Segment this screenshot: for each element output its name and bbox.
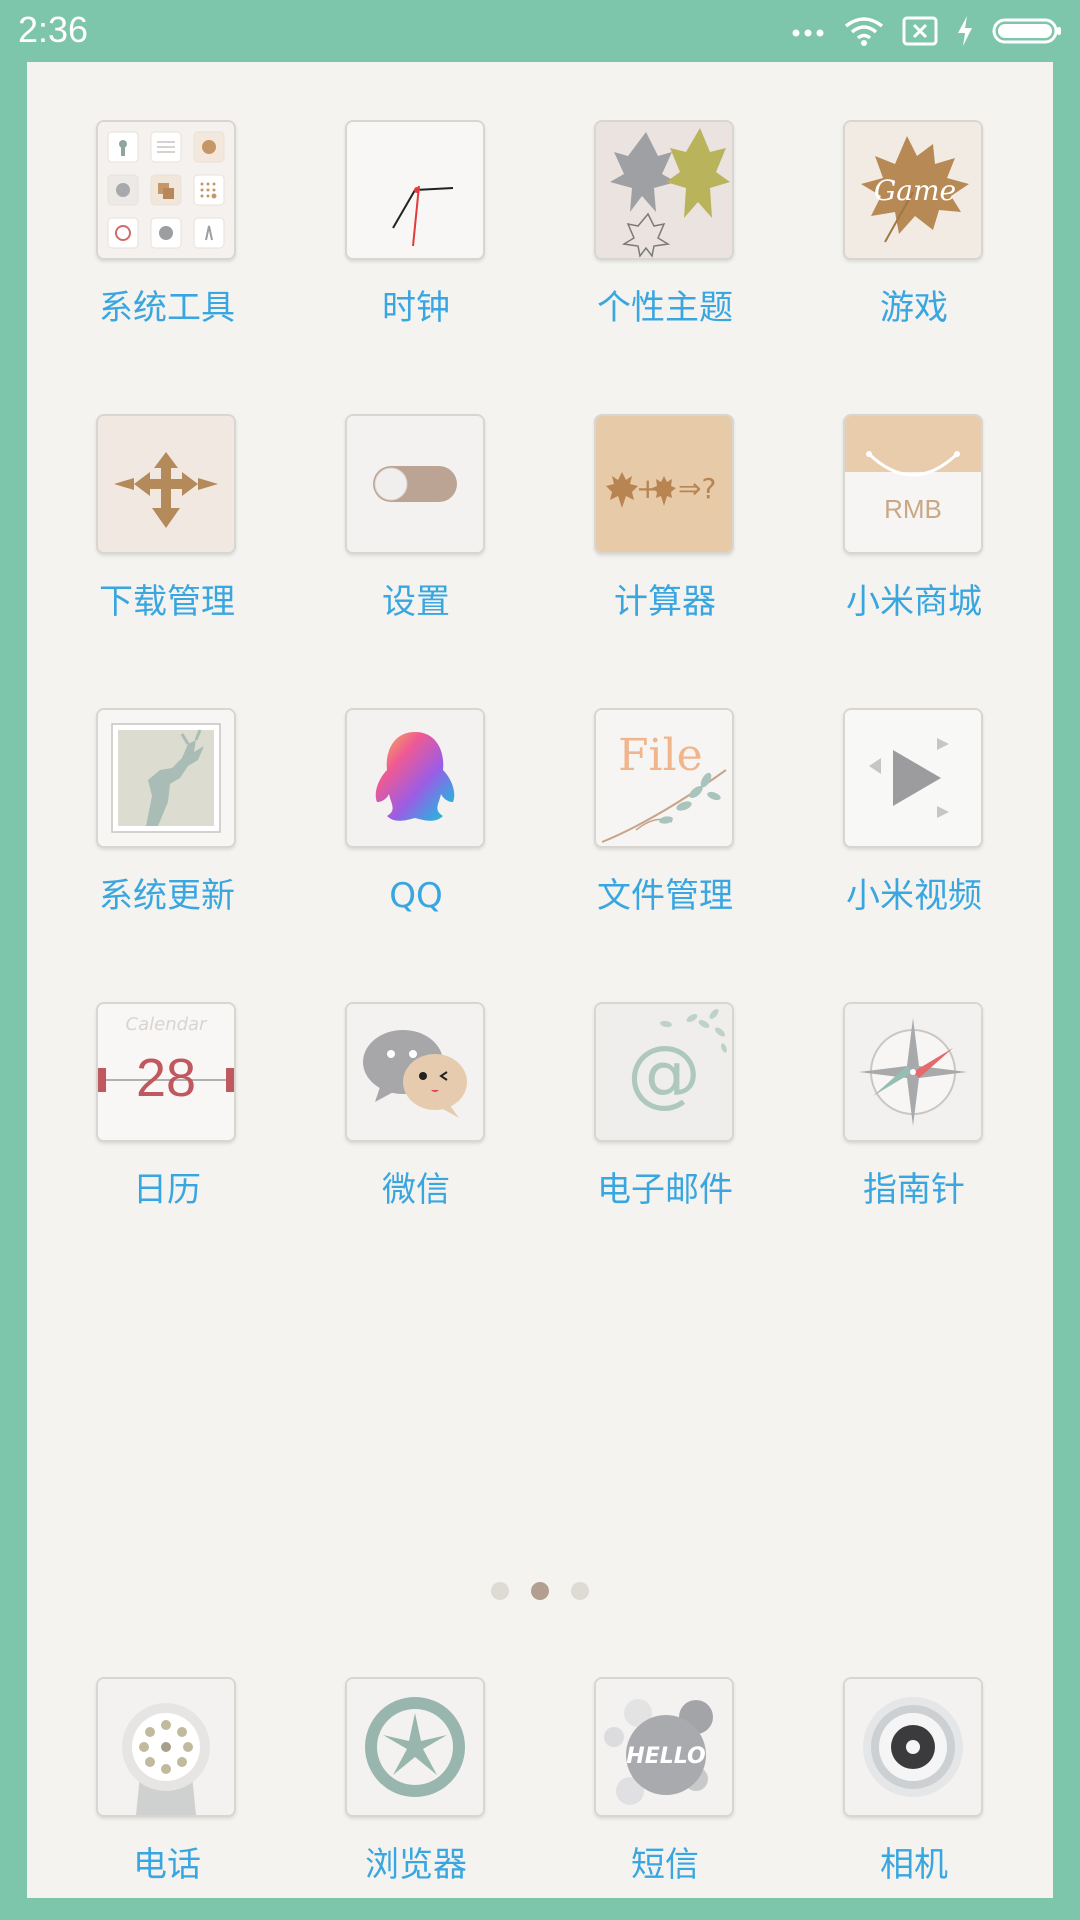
dock-camera[interactable]: 相机 bbox=[814, 1677, 1014, 1917]
wifi-icon bbox=[844, 16, 884, 46]
app-label: 电话 bbox=[133, 1845, 201, 1885]
app-label: 日历 bbox=[133, 1170, 201, 1210]
svg-text:Game: Game bbox=[874, 174, 956, 207]
app-label: QQ bbox=[389, 876, 443, 916]
status-time: 2:36 bbox=[18, 9, 89, 50]
app-label: 微信 bbox=[382, 1170, 450, 1210]
home-screen: 系统工具 时钟 个性主题 Game 游戏 下载管理 设置 + ⇒? 计算器 RM… bbox=[27, 62, 1053, 1898]
app-mi-video[interactable]: 小米视频 bbox=[814, 708, 1014, 948]
app-label: 系统工具 bbox=[99, 288, 235, 328]
app-label: 下载管理 bbox=[99, 582, 235, 622]
email-at-icon: @ bbox=[594, 1002, 734, 1142]
app-email[interactable]: @ 电子邮件 bbox=[565, 1002, 765, 1242]
app-calculator[interactable]: + ⇒? 计算器 bbox=[565, 414, 765, 654]
svg-text:HELLO: HELLO bbox=[626, 1744, 705, 1769]
svg-text:@: @ bbox=[627, 1030, 701, 1116]
app-clock[interactable]: 时钟 bbox=[316, 120, 516, 360]
phone-dialpad-icon bbox=[96, 1677, 236, 1817]
app-wechat[interactable]: 微信 bbox=[316, 1002, 516, 1242]
calendar-icon: Calendar 28 bbox=[96, 1002, 236, 1142]
page-dot-active[interactable] bbox=[531, 1582, 549, 1600]
messages-hello-icon: HELLO bbox=[594, 1677, 734, 1817]
app-label: 指南针 bbox=[863, 1170, 965, 1210]
no-sim-icon bbox=[902, 16, 938, 46]
app-settings[interactable]: 设置 bbox=[316, 414, 516, 654]
page-indicator[interactable] bbox=[27, 1582, 1053, 1602]
dock-browser[interactable]: 浏览器 bbox=[316, 1677, 516, 1917]
svg-text:Calendar: Calendar bbox=[126, 1014, 209, 1035]
svg-text:⇒?: ⇒? bbox=[678, 472, 716, 505]
camera-lens-icon bbox=[843, 1677, 983, 1817]
system-tools-icon bbox=[96, 120, 236, 260]
app-calendar[interactable]: Calendar 28 日历 bbox=[67, 1002, 267, 1242]
app-label: 个性主题 bbox=[597, 288, 733, 328]
svg-text:28: 28 bbox=[136, 1048, 196, 1108]
app-label: 计算器 bbox=[614, 582, 716, 622]
compass-icon bbox=[843, 1002, 983, 1142]
app-mi-store[interactable]: RMB 小米商城 bbox=[814, 414, 1014, 654]
app-system-update[interactable]: 系统更新 bbox=[67, 708, 267, 948]
clock-icon bbox=[345, 120, 485, 260]
svg-text:+: + bbox=[636, 472, 659, 505]
more-dots-icon bbox=[790, 25, 826, 37]
app-label: 小米商城 bbox=[846, 582, 982, 622]
deer-update-icon bbox=[96, 708, 236, 848]
app-label: 文件管理 bbox=[597, 876, 733, 916]
app-label: 系统更新 bbox=[99, 876, 235, 916]
app-games[interactable]: Game 游戏 bbox=[814, 120, 1014, 360]
browser-icon bbox=[345, 1677, 485, 1817]
app-label: 游戏 bbox=[880, 288, 948, 328]
app-downloads[interactable]: 下载管理 bbox=[67, 414, 267, 654]
page-dot[interactable] bbox=[571, 1582, 589, 1600]
file-icon: File bbox=[594, 708, 734, 848]
svg-text:RMB: RMB bbox=[884, 494, 942, 524]
app-label: 小米视频 bbox=[846, 876, 982, 916]
app-label: 短信 bbox=[631, 1845, 699, 1885]
status-bar: 2:36 bbox=[0, 0, 1080, 62]
themes-icon bbox=[594, 120, 734, 260]
settings-toggle-icon bbox=[345, 414, 485, 554]
app-label: 设置 bbox=[382, 582, 450, 622]
wechat-icon bbox=[345, 1002, 485, 1142]
svg-text:File: File bbox=[618, 730, 703, 781]
dock-messages[interactable]: HELLO 短信 bbox=[565, 1677, 765, 1917]
shopping-bag-icon: RMB bbox=[843, 414, 983, 554]
dock-phone[interactable]: 电话 bbox=[67, 1677, 267, 1917]
app-themes[interactable]: 个性主题 bbox=[565, 120, 765, 360]
app-system-tools[interactable]: 系统工具 bbox=[67, 120, 267, 360]
downloads-icon bbox=[96, 414, 236, 554]
app-label: 时钟 bbox=[382, 288, 450, 328]
page-dot[interactable] bbox=[491, 1582, 509, 1600]
app-label: 浏览器 bbox=[365, 1845, 467, 1885]
status-icons bbox=[790, 12, 1062, 50]
play-icon bbox=[843, 708, 983, 848]
app-label: 电子邮件 bbox=[597, 1170, 733, 1210]
qq-penguin-icon bbox=[345, 708, 485, 848]
charging-icon bbox=[956, 15, 974, 47]
battery-icon bbox=[992, 16, 1062, 46]
app-qq[interactable]: QQ bbox=[316, 708, 516, 948]
app-label: 相机 bbox=[880, 1845, 948, 1885]
calculator-icon: + ⇒? bbox=[594, 414, 734, 554]
app-compass[interactable]: 指南针 bbox=[814, 1002, 1014, 1242]
app-file-manager[interactable]: File 文件管理 bbox=[565, 708, 765, 948]
game-icon: Game bbox=[843, 120, 983, 260]
